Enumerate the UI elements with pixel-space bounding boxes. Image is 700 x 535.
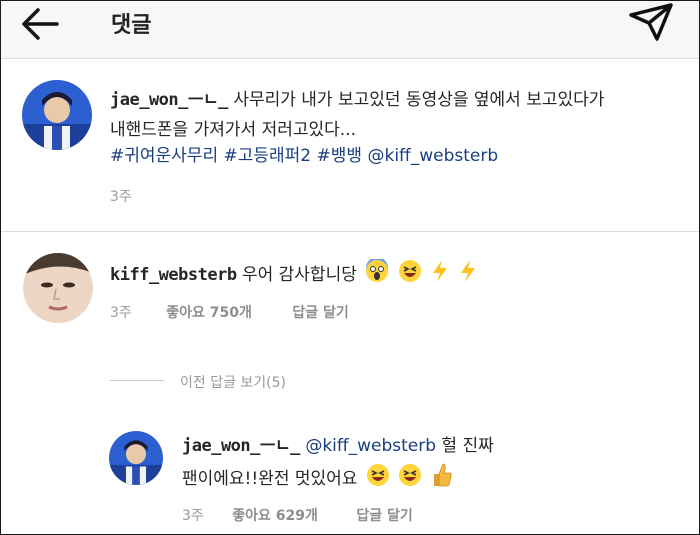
timestamp: 3주 xyxy=(110,189,132,205)
hashtag-link[interactable]: #뱅뱅 xyxy=(317,146,363,166)
send-icon xyxy=(629,3,673,41)
avatar[interactable] xyxy=(109,431,163,485)
lightning-emoji-icon xyxy=(430,259,450,291)
shocked-face-emoji-icon xyxy=(365,257,389,291)
reply-button[interactable]: 답글 달기 xyxy=(356,508,412,524)
reply-meta: 3주 좋아요 629개 답글 달기 xyxy=(182,505,413,525)
page-title: 댓글 xyxy=(111,13,152,38)
lightning-emoji-icon xyxy=(458,259,478,291)
grinning-squint-emoji-icon xyxy=(366,463,390,495)
likes-count[interactable]: 좋아요 750개 xyxy=(166,305,252,321)
avatar[interactable] xyxy=(22,80,92,150)
username[interactable]: jae_won_ㅡㄴ_ xyxy=(110,90,228,110)
hashtag-link[interactable]: #고등래퍼2 xyxy=(224,146,312,166)
comment-meta: 3주 좋아요 750개 답글 달기 xyxy=(110,302,349,322)
timestamp: 3주 xyxy=(182,508,204,524)
hashtag-link[interactable]: #귀여운사무리 xyxy=(110,146,218,166)
reply-line-1: jae_won_ㅡㄴ_ @kiff_websterb 헐 진짜 xyxy=(182,433,494,459)
comment-text: 우어 감사합니당 xyxy=(241,265,357,285)
avatar-image xyxy=(22,80,92,150)
divider-line xyxy=(110,380,164,381)
avatar[interactable] xyxy=(23,253,93,323)
mention-link[interactable]: @kiff_websterb xyxy=(305,436,436,456)
reply-line-2: 팬이에요!!완전 멋있어요 xyxy=(182,462,453,496)
comment-line: kiff_websterb 우어 감사합니당 xyxy=(110,257,478,291)
username[interactable]: jae_won_ㅡㄴ_ xyxy=(182,436,300,456)
grinning-squint-emoji-icon xyxy=(398,463,422,495)
mention-link[interactable]: @kiff_websterb xyxy=(367,146,498,166)
likes-count[interactable]: 좋아요 629개 xyxy=(232,508,318,524)
grinning-squint-emoji-icon xyxy=(398,259,422,291)
back-arrow-icon xyxy=(22,8,59,40)
caption-text: 사무리가 내가 보고있던 동영상을 옆에서 보고있다가 xyxy=(233,90,605,110)
timestamp: 3주 xyxy=(110,305,132,321)
username[interactable]: kiff_websterb xyxy=(110,265,237,285)
back-button[interactable] xyxy=(21,6,61,42)
caption-line-1: jae_won_ㅡㄴ_ 사무리가 내가 보고있던 동영상을 옆에서 보고있다가 xyxy=(110,87,604,113)
avatar-image xyxy=(109,431,163,485)
hashtag-row: #귀여운사무리 #고등래퍼2 #뱅뱅 @kiff_websterb xyxy=(110,143,498,169)
view-previous-replies[interactable]: 이전 답글 보기(5) xyxy=(180,372,286,392)
reply-text-line-2: 팬이에요!!완전 멋있어요 xyxy=(182,469,358,489)
header-bar: 댓글 xyxy=(1,1,699,59)
reply-text: 헐 진짜 xyxy=(441,436,494,456)
caption-text-line-2: 내핸드폰을 가져가서 저러고있다... xyxy=(110,120,356,140)
thumbs-up-emoji-icon xyxy=(431,462,453,496)
share-button[interactable] xyxy=(627,1,675,43)
avatar-image xyxy=(23,253,93,323)
reply-button[interactable]: 답글 달기 xyxy=(292,305,348,321)
